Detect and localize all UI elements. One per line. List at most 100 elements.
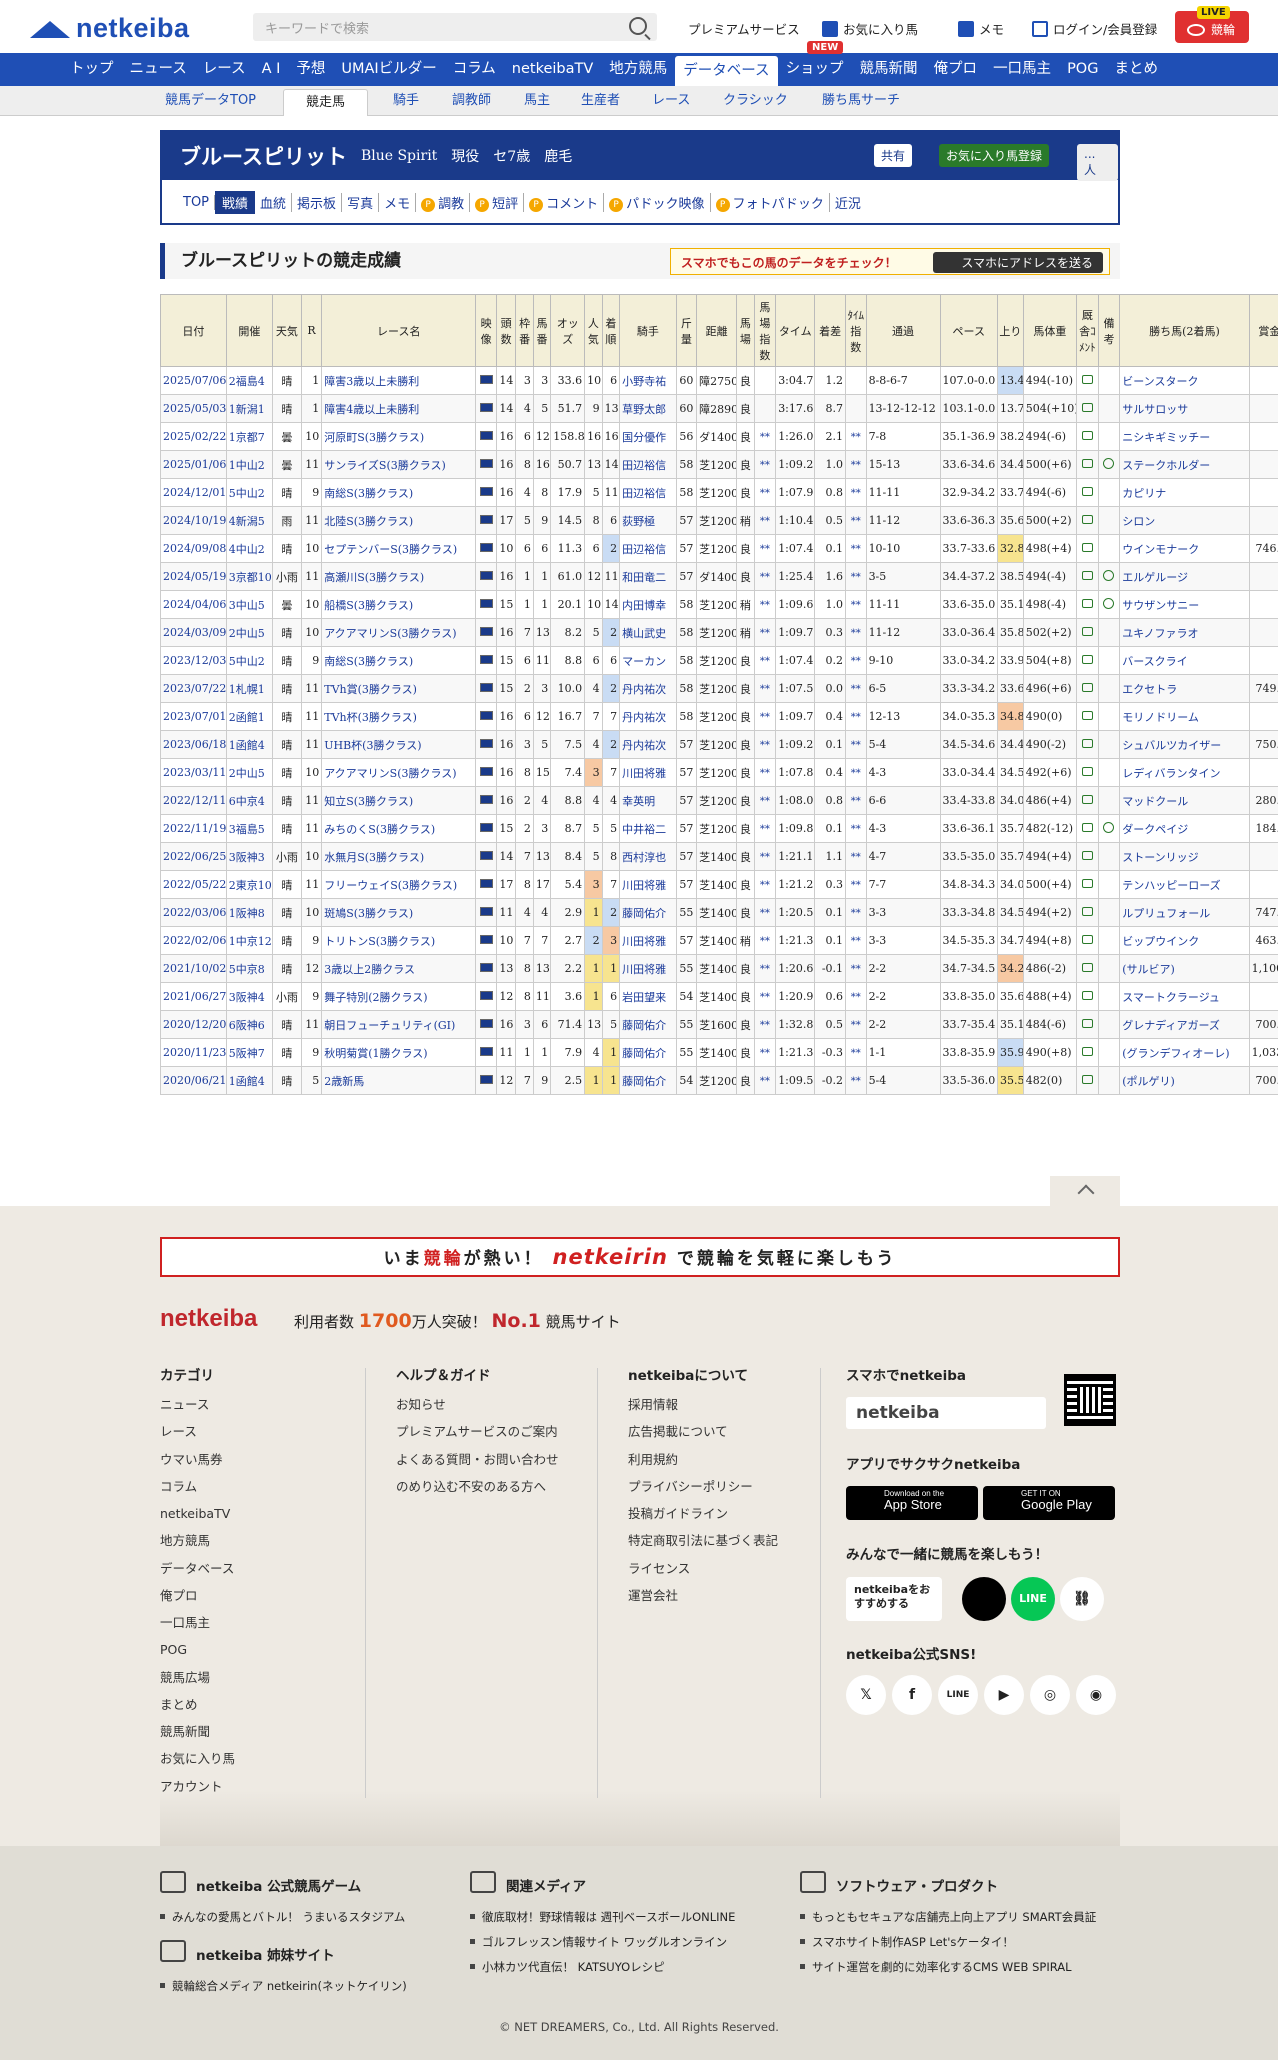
- nav-item[interactable]: トップ: [62, 53, 122, 86]
- date-link[interactable]: 2020/12/20: [163, 1018, 225, 1031]
- footer-about-link[interactable]: 投稿ガイドライン: [628, 1506, 788, 1522]
- venue-link[interactable]: 3阪神3: [229, 851, 265, 864]
- footer-category-link[interactable]: 俺プロ: [160, 1588, 235, 1604]
- venue-link[interactable]: 1中京12: [229, 935, 272, 948]
- venue-link[interactable]: 6阪神6: [229, 1019, 265, 1032]
- nav-item[interactable]: POG: [1059, 53, 1106, 86]
- winner-link[interactable]: (グランデフィオーレ): [1122, 1047, 1229, 1060]
- winner-link[interactable]: カピリナ: [1122, 487, 1166, 500]
- race-name-link[interactable]: セプテンバーS(3勝クラス): [324, 543, 457, 556]
- app-store-button[interactable]: Download on the App Store: [846, 1486, 978, 1520]
- date-link[interactable]: 2023/07/22: [163, 682, 225, 695]
- tab-recent[interactable]: 近況: [830, 193, 866, 212]
- date-link[interactable]: 2021/06/27: [163, 990, 225, 1003]
- date-link[interactable]: 2024/09/08: [163, 542, 225, 555]
- tab-board[interactable]: 掲示板: [292, 193, 343, 212]
- venue-link[interactable]: 5中山2: [229, 487, 265, 500]
- race-name-link[interactable]: 斑鳩S(3勝クラス): [324, 907, 413, 920]
- games-link[interactable]: みんなの愛馬とバトル！ うまいるスタジアム: [160, 1909, 405, 1925]
- note-icon[interactable]: [1103, 457, 1115, 469]
- venue-link[interactable]: 1函館4: [229, 1075, 265, 1088]
- facebook-icon[interactable]: f: [892, 1675, 932, 1715]
- date-link[interactable]: 2024/04/06: [163, 598, 225, 611]
- venue-link[interactable]: 6中京4: [229, 795, 265, 808]
- date-link[interactable]: 2025/05/03: [163, 402, 225, 415]
- comment-icon[interactable]: [1081, 655, 1093, 664]
- winner-link[interactable]: ビップウインク: [1122, 935, 1199, 948]
- footer-category-link[interactable]: レース: [160, 1424, 235, 1440]
- nav-item[interactable]: UMAIビルダー: [333, 53, 444, 86]
- venue-link[interactable]: 2中山5: [229, 767, 265, 780]
- venue-link[interactable]: 1中山2: [229, 459, 265, 472]
- nav-item[interactable]: ニュース: [122, 53, 195, 86]
- subnav-item[interactable]: 生産者: [581, 86, 620, 116]
- winner-link[interactable]: サウザンサニー: [1122, 599, 1199, 612]
- jockey-link[interactable]: 和田竜二: [622, 571, 666, 584]
- comment-icon[interactable]: [1081, 515, 1093, 524]
- video-icon[interactable]: [479, 907, 493, 916]
- footer-about-link[interactable]: ライセンス: [628, 1561, 788, 1577]
- jockey-link[interactable]: 小野寺祐: [622, 375, 666, 388]
- software-link[interactable]: スマホサイト制作ASP Let'sケータイ！: [800, 1934, 1096, 1950]
- video-icon[interactable]: [479, 403, 493, 412]
- footer-category-link[interactable]: 一口馬主: [160, 1615, 235, 1631]
- winner-link[interactable]: レディバランタイン: [1122, 767, 1220, 780]
- jockey-link[interactable]: 川田将雅: [622, 935, 666, 948]
- winner-link[interactable]: ニシキギミッチー: [1122, 431, 1210, 444]
- media-link[interactable]: 小林カツ代直伝！ KATSUYOレシピ: [470, 1959, 735, 1975]
- race-name-link[interactable]: 船橋S(3勝クラス): [324, 599, 413, 612]
- jockey-link[interactable]: 岩田望来: [622, 991, 666, 1004]
- footer-category-link[interactable]: アカウント: [160, 1779, 235, 1795]
- video-icon[interactable]: [479, 683, 493, 692]
- footer-category-link[interactable]: お気に入り馬: [160, 1751, 235, 1767]
- date-link[interactable]: 2024/03/09: [163, 626, 225, 639]
- date-link[interactable]: 2023/06/18: [163, 738, 225, 751]
- tab-pedigree[interactable]: 血統: [255, 193, 293, 212]
- race-name-link[interactable]: 舞子特別(2勝クラス): [324, 991, 427, 1004]
- winner-link[interactable]: (ポルゲリ): [1122, 1075, 1175, 1088]
- nav-item[interactable]: コラム: [445, 53, 504, 86]
- comment-icon[interactable]: [1081, 963, 1093, 972]
- comment-icon[interactable]: [1081, 795, 1093, 804]
- login-link[interactable]: ログイン/会員登録: [1032, 19, 1157, 38]
- jockey-link[interactable]: 藤岡佑介: [622, 907, 666, 920]
- tab-photo-paddock[interactable]: P フォトパドック: [711, 193, 830, 212]
- venue-link[interactable]: 4新潟5: [229, 515, 265, 528]
- venue-link[interactable]: 3京都10: [229, 571, 272, 584]
- software-link[interactable]: サイト運営を劇的に効率化するCMS WEB SPIRAL: [800, 1959, 1096, 1975]
- date-link[interactable]: 2025/01/06: [163, 458, 225, 471]
- winner-link[interactable]: ダークペイジ: [1122, 823, 1188, 836]
- share-button[interactable]: 共有: [874, 144, 913, 167]
- footer-help-link[interactable]: プレミアムサービスのご案内: [396, 1424, 566, 1440]
- date-link[interactable]: 2024/12/01: [163, 486, 225, 499]
- nav-item[interactable]: 競馬新聞: [852, 53, 926, 86]
- comment-icon[interactable]: [1081, 627, 1093, 636]
- winner-link[interactable]: シロン: [1122, 515, 1155, 528]
- footer-about-link[interactable]: 運営会社: [628, 1588, 788, 1604]
- video-icon[interactable]: [479, 543, 493, 552]
- nav-item[interactable]: netkeibaTV: [504, 53, 602, 86]
- scroll-to-top-button[interactable]: [1050, 1176, 1120, 1206]
- line-icon[interactable]: LINE: [938, 1675, 978, 1715]
- winner-link[interactable]: ステークホルダー: [1122, 459, 1210, 472]
- video-icon[interactable]: [479, 375, 493, 384]
- video-icon[interactable]: [479, 823, 493, 832]
- winner-link[interactable]: テンハッピーローズ: [1122, 879, 1220, 892]
- comment-icon[interactable]: [1081, 431, 1093, 440]
- venue-link[interactable]: 3福島5: [229, 823, 265, 836]
- winner-link[interactable]: エルゲルージ: [1122, 571, 1188, 584]
- nav-item[interactable]: ショップ: [778, 53, 852, 86]
- video-icon[interactable]: [479, 767, 493, 776]
- tab-photo[interactable]: 写真: [342, 193, 380, 212]
- date-link[interactable]: 2025/02/22: [163, 430, 225, 443]
- subnav-item[interactable]: レース: [652, 86, 690, 116]
- share-image-icon[interactable]: [962, 1577, 1006, 1621]
- winner-link[interactable]: モリノドリーム: [1122, 711, 1199, 724]
- winner-link[interactable]: ルプリュフォール: [1122, 907, 1210, 920]
- nav-item[interactable]: 予想: [288, 53, 333, 86]
- comment-icon[interactable]: [1081, 571, 1093, 580]
- winner-link[interactable]: ウインモナーク: [1122, 543, 1199, 556]
- comment-icon[interactable]: [1081, 375, 1093, 384]
- subnav-item[interactable]: 競馬データTOP: [165, 86, 256, 116]
- video-icon[interactable]: [479, 487, 493, 496]
